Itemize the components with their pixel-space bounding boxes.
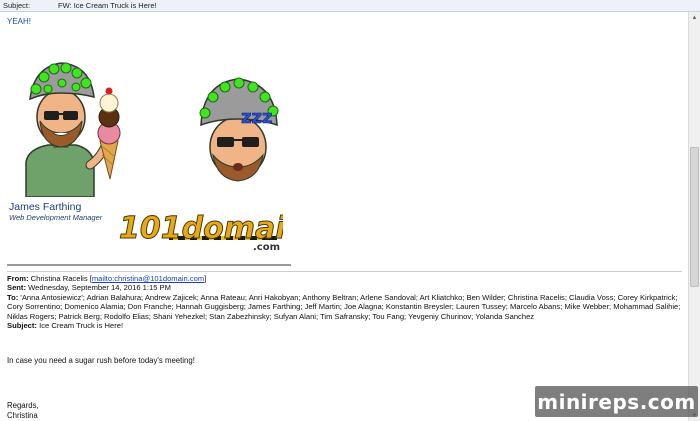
greeting-text: YEAH!	[7, 17, 32, 26]
sent-label: Sent:	[7, 283, 26, 293]
scroll-up-icon[interactable]: ▲	[690, 13, 699, 22]
from-close: ]	[204, 274, 207, 283]
closing-block: Regards, Christina	[7, 401, 39, 421]
logo-text-sub: .com	[253, 242, 280, 251]
to-label: To:	[7, 292, 19, 302]
message-body: YEAH! zzz James Farthing Web Development…	[0, 12, 689, 421]
forward-to-line: To: 'Anna Antosiewicz'; Adrian Balahura;…	[7, 293, 683, 321]
from-label: From:	[7, 274, 29, 283]
forward-header: From: Christina Racelis [mailto:christin…	[7, 274, 683, 330]
bitmoji-sleepy-image: zzz	[199, 77, 279, 182]
forward-subject-line: Subject: Ice Cream Truck is Here!	[7, 321, 683, 330]
signature-divider	[7, 264, 291, 266]
forward-from-line: From: Christina Racelis [mailto:christin…	[7, 274, 683, 283]
signature-name: James Farthing	[9, 201, 82, 213]
subject-label: Subject:	[3, 1, 31, 10]
closing-name: Christina	[7, 411, 38, 420]
scroll-thumb[interactable]	[690, 147, 699, 287]
signature-title: Web Development Manager	[9, 213, 103, 222]
bitmoji-ice-cream-image	[25, 62, 121, 197]
to-value: 'Anna Antosiewicz'; Adrian Balahura; And…	[7, 292, 681, 321]
message-text: In case you need a sugar rush before tod…	[7, 356, 195, 365]
forward-divider	[7, 271, 682, 272]
from-email-link[interactable]: mailto:christina@101domain.com	[92, 274, 204, 283]
subject-value: FW: Ice Cream Truck is Here!	[58, 1, 157, 10]
logo-text-main: 101domain	[119, 211, 283, 246]
from-value: Christina Racelis [	[30, 274, 92, 283]
watermark: minireps.com	[535, 386, 698, 417]
101domain-logo: 101domain .com	[119, 211, 284, 252]
forward-subject-value: Ice Cream Truck is Here!	[39, 321, 124, 331]
zzz-text: zzz	[241, 107, 272, 128]
vertical-scrollbar[interactable]: ▲ ▼	[688, 12, 700, 421]
sent-value: Wednesday, September 14, 2016 1:15 PM	[28, 283, 171, 293]
subject-bar: Subject: FW: Ice Cream Truck is Here!	[0, 0, 700, 12]
closing-text: Regards,	[7, 401, 39, 410]
forward-subject-label: Subject:	[7, 321, 37, 331]
forward-sent-line: Sent: Wednesday, September 14, 2016 1:15…	[7, 283, 683, 292]
